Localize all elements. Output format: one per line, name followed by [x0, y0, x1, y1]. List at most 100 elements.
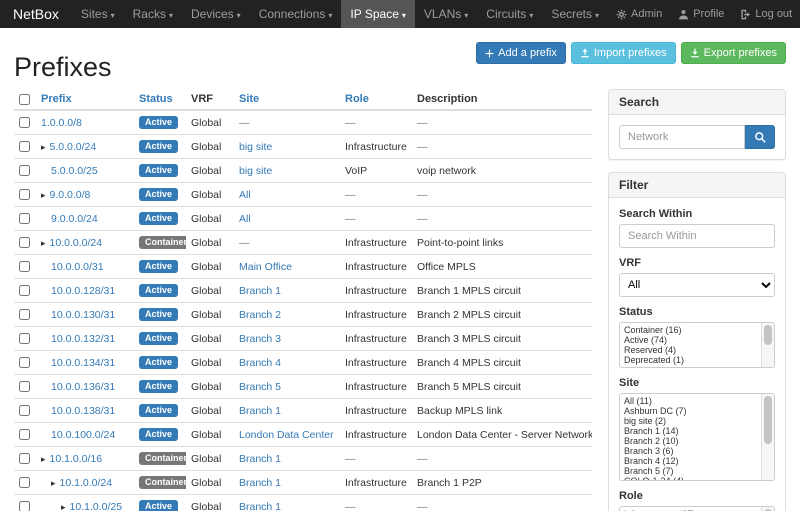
logout-link[interactable]: Log out: [732, 8, 800, 20]
prefix-link[interactable]: 10.0.100.0/24: [51, 429, 115, 441]
expand-toggle-icon[interactable]: ▸: [41, 454, 46, 464]
expand-toggle-icon[interactable]: ▸: [51, 478, 56, 488]
site-link[interactable]: All: [239, 213, 251, 225]
row-checkbox[interactable]: [19, 453, 30, 464]
status-filter-listbox[interactable]: Container (16)Active (74)Reserved (4)Dep…: [619, 322, 775, 368]
export-prefixes-button[interactable]: Export prefixes: [681, 42, 786, 64]
filter-option[interactable]: big site (2): [622, 416, 759, 426]
filter-option[interactable]: All (11): [622, 396, 759, 406]
row-checkbox[interactable]: [19, 477, 30, 488]
nav-item-connections[interactable]: Connections▾: [250, 0, 342, 28]
nav-item-circuits[interactable]: Circuits▾: [477, 0, 542, 28]
site-link[interactable]: Branch 1: [239, 501, 281, 511]
row-checkbox[interactable]: [19, 285, 30, 296]
expand-toggle-icon[interactable]: ▸: [61, 502, 66, 511]
filter-option[interactable]: Branch 5 (7): [622, 466, 759, 476]
row-checkbox[interactable]: [19, 189, 30, 200]
scrollbar-thumb[interactable]: [764, 325, 772, 345]
site-link[interactable]: big site: [239, 165, 272, 177]
site-filter-listbox[interactable]: All (11)Ashburn DC (7)big site (2)Branch…: [619, 393, 775, 481]
row-checkbox[interactable]: [19, 165, 30, 176]
row-checkbox[interactable]: [19, 381, 30, 392]
expand-toggle-icon[interactable]: ▸: [41, 190, 46, 200]
prefix-link[interactable]: 10.0.0.0/24: [50, 237, 103, 249]
row-checkbox[interactable]: [19, 117, 30, 128]
site-link[interactable]: Branch 4: [239, 357, 281, 369]
site-link[interactable]: big site: [239, 141, 272, 153]
status-listbox-scrollbar[interactable]: [761, 323, 774, 367]
site-link[interactable]: Branch 3: [239, 333, 281, 345]
vrf-filter-select[interactable]: All: [619, 273, 775, 297]
filter-option[interactable]: Container (16): [622, 325, 759, 335]
row-checkbox[interactable]: [19, 141, 30, 152]
site-link[interactable]: Branch 1: [239, 453, 281, 465]
prefix-link[interactable]: 10.1.0.0/24: [60, 477, 113, 489]
brand-link[interactable]: NetBox: [0, 0, 72, 28]
nav-item-secrets[interactable]: Secrets▾: [542, 0, 608, 28]
filter-option[interactable]: Reserved (4): [622, 345, 759, 355]
row-checkbox[interactable]: [19, 429, 30, 440]
nav-item-sites[interactable]: Sites▾: [72, 0, 124, 28]
prefix-link[interactable]: 10.0.0.128/31: [51, 285, 115, 297]
row-checkbox[interactable]: [19, 213, 30, 224]
role-filter-listbox[interactable]: Infrastructure (25)Management (8)Private…: [619, 506, 775, 511]
site-link[interactable]: Branch 1: [239, 285, 281, 297]
column-header-status[interactable]: Status: [139, 93, 173, 105]
prefix-link[interactable]: 9.0.0.0/8: [50, 189, 91, 201]
row-checkbox[interactable]: [19, 237, 30, 248]
filter-option[interactable]: Ashburn DC (7): [622, 406, 759, 416]
prefix-link[interactable]: 5.0.0.0/24: [50, 141, 97, 153]
add-prefix-button[interactable]: Add a prefix: [476, 42, 566, 64]
filter-option[interactable]: Branch 3 (6): [622, 446, 759, 456]
nav-item-racks[interactable]: Racks▾: [124, 0, 182, 28]
row-checkbox[interactable]: [19, 405, 30, 416]
prefix-link[interactable]: 1.0.0.0/8: [41, 117, 82, 129]
site-listbox-scrollbar[interactable]: [761, 394, 774, 480]
filter-option[interactable]: Active (74): [622, 335, 759, 345]
nav-item-ip-space[interactable]: IP Space▾: [341, 0, 415, 28]
search-button[interactable]: [745, 125, 775, 149]
expand-toggle-icon[interactable]: ▸: [41, 142, 46, 152]
nav-item-vlans[interactable]: VLANs▾: [415, 0, 477, 28]
site-link[interactable]: All: [239, 189, 251, 201]
role-listbox-scrollbar[interactable]: [761, 507, 774, 511]
filter-option[interactable]: Branch 4 (12): [622, 456, 759, 466]
site-link[interactable]: Main Office: [239, 261, 292, 273]
filter-option[interactable]: Branch 2 (10): [622, 436, 759, 446]
import-prefixes-button[interactable]: Import prefixes: [571, 42, 676, 64]
select-all-checkbox[interactable]: [19, 94, 30, 105]
search-within-input[interactable]: [619, 224, 775, 248]
column-header-role[interactable]: Role: [345, 93, 369, 105]
prefix-link[interactable]: 5.0.0.0/25: [51, 165, 98, 177]
prefix-link[interactable]: 10.1.0.0/16: [50, 453, 103, 465]
site-link[interactable]: Branch 1: [239, 405, 281, 417]
prefix-link[interactable]: 10.0.0.132/31: [51, 333, 115, 345]
prefix-link[interactable]: 10.0.0.130/31: [51, 309, 115, 321]
site-link[interactable]: Branch 2: [239, 309, 281, 321]
search-input[interactable]: [619, 125, 745, 149]
row-checkbox[interactable]: [19, 357, 30, 368]
site-link[interactable]: Branch 5: [239, 381, 281, 393]
expand-toggle-icon[interactable]: ▸: [41, 238, 46, 248]
filter-option[interactable]: Branch 1 (14): [622, 426, 759, 436]
column-header-prefix[interactable]: Prefix: [41, 93, 72, 105]
admin-link[interactable]: Admin: [608, 8, 670, 20]
profile-link[interactable]: Profile: [670, 8, 732, 20]
site-link[interactable]: London Data Center: [239, 429, 334, 441]
site-link[interactable]: Branch 1: [239, 477, 281, 489]
row-checkbox[interactable]: [19, 309, 30, 320]
prefix-link[interactable]: 9.0.0.0/24: [51, 213, 98, 225]
prefix-link[interactable]: 10.1.0.0/25: [70, 501, 123, 511]
row-checkbox[interactable]: [19, 261, 30, 272]
prefix-link[interactable]: 10.0.0.136/31: [51, 381, 115, 393]
prefix-link[interactable]: 10.0.0.134/31: [51, 357, 115, 369]
scrollbar-thumb[interactable]: [764, 396, 772, 444]
row-checkbox[interactable]: [19, 333, 30, 344]
filter-option[interactable]: COLO-1-24 (4): [622, 476, 759, 480]
column-header-site[interactable]: Site: [239, 93, 259, 105]
filter-option[interactable]: Deprecated (1): [622, 355, 759, 365]
prefix-link[interactable]: 10.0.0.0/31: [51, 261, 104, 273]
nav-item-devices[interactable]: Devices▾: [182, 0, 250, 28]
row-checkbox[interactable]: [19, 501, 30, 511]
prefix-link[interactable]: 10.0.0.138/31: [51, 405, 115, 417]
